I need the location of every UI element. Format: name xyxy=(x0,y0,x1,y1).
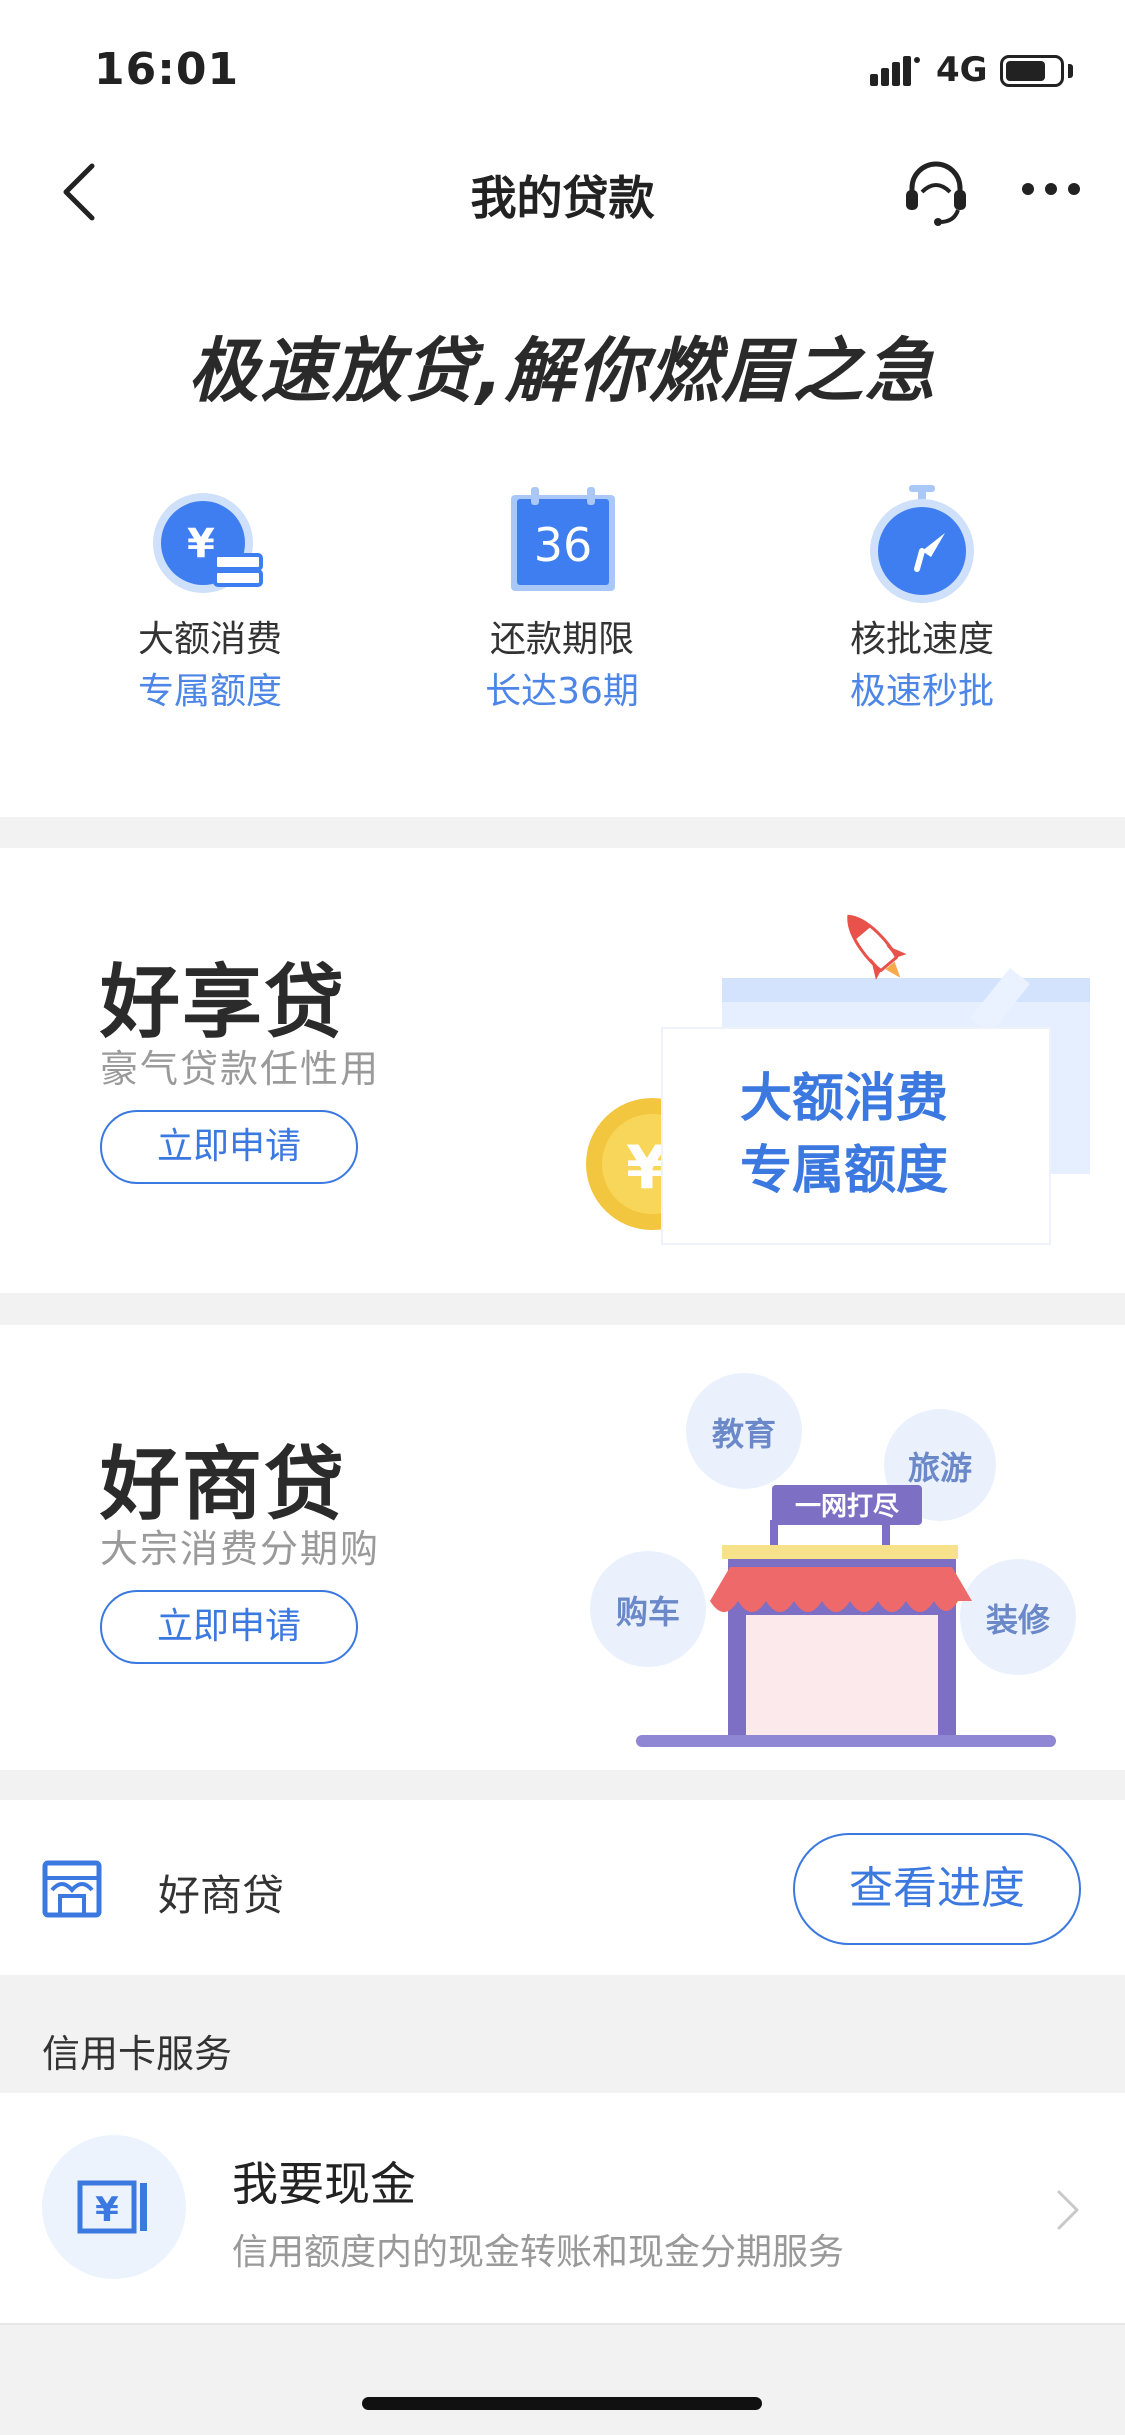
feature-repayment-term: 36 还款期限 长达36期 xyxy=(412,485,712,719)
shop-icon xyxy=(42,1860,102,1918)
loan-tagline: 豪气贷款任性用 xyxy=(100,1047,381,1091)
illustration-line-2: 专属额度 xyxy=(740,1141,948,1201)
progress-loan-label: 好商贷 xyxy=(158,1871,285,1920)
shop-sign: 一网打尽 xyxy=(795,1492,900,1522)
calendar-number: 36 xyxy=(534,518,593,572)
feature-subtitle: 极速秒批 xyxy=(849,671,994,712)
loan-name: 好享贷 xyxy=(100,956,346,1049)
bubble-education: 教育 xyxy=(712,1415,776,1453)
service-description: 信用额度内的现金转账和现金分期服务 xyxy=(232,2232,845,2273)
loan-illustration: ¥ 大额消费 专属额度 xyxy=(586,914,1090,1245)
section-title: 信用卡服务 xyxy=(42,2032,233,2076)
rocket-icon xyxy=(847,914,907,980)
hero-slogan: 极速放贷,解你燃眉之急 xyxy=(188,330,937,412)
signal-icon xyxy=(870,56,920,86)
view-progress-button[interactable]: 查看进度 xyxy=(793,1833,1081,1945)
hero-section: 极速放贷,解你燃眉之急 ¥ 大额消费 专属额度 36 还款期限 长达36期 核批… xyxy=(0,255,1125,817)
feature-large-consumption: ¥ 大额消费 专属额度 xyxy=(60,485,360,719)
battery-icon xyxy=(1000,55,1064,87)
loan-card-haoshangdai[interactable]: 好商贷 大宗消费分期购 立即申请 教育 旅游 购车 装修 一网打尽 xyxy=(0,1325,1125,1770)
feature-subtitle: 专属额度 xyxy=(137,671,282,712)
more-dots-icon[interactable] xyxy=(1020,174,1082,204)
divider xyxy=(0,2323,1125,2325)
feature-title: 大额消费 xyxy=(137,619,282,660)
home-indicator[interactable] xyxy=(362,2397,762,2410)
status-bar: 16:01 4G xyxy=(0,0,1125,130)
stopwatch-icon xyxy=(870,485,974,603)
bubble-travel: 旅游 xyxy=(908,1449,972,1487)
status-time: 16:01 xyxy=(94,44,240,95)
feature-title: 还款期限 xyxy=(489,619,634,660)
headset-icon[interactable] xyxy=(900,156,972,228)
chevron-right-icon xyxy=(1057,2190,1079,2230)
feature-title: 核批速度 xyxy=(849,619,994,660)
shop-illustration: 教育 旅游 购车 装修 一网打尽 xyxy=(590,1373,1076,1747)
section-header: 信用卡服务 xyxy=(0,1975,1125,2093)
loan-tagline: 大宗消费分期购 xyxy=(100,1527,381,1571)
calendar-icon: 36 xyxy=(511,487,615,591)
loan-card-haoxiangdai[interactable]: 好享贷 豪气贷款任性用 立即申请 ¥ 大额消费 专属额度 xyxy=(0,848,1125,1293)
battery-level xyxy=(1006,61,1045,81)
feature-approval-speed: 核批速度 极速秒批 xyxy=(772,485,1072,719)
svg-text:¥: ¥ xyxy=(95,2190,119,2230)
service-item-cash[interactable]: ¥ 我要现金 信用额度内的现金转账和现金分期服务 xyxy=(0,2093,1125,2323)
bubble-car: 购车 xyxy=(616,1593,680,1631)
battery-cap xyxy=(1068,64,1073,78)
bubble-decoration: 装修 xyxy=(986,1601,1051,1639)
loan-progress-row: 好商贷 查看进度 xyxy=(0,1800,1125,1975)
feature-subtitle: 长达36期 xyxy=(485,671,639,712)
service-title: 我要现金 xyxy=(232,2157,416,2211)
apply-button[interactable]: 立即申请 xyxy=(100,1590,358,1664)
nav-bar: 我的贷款 xyxy=(0,130,1125,255)
yuan-coin-icon: ¥ xyxy=(153,493,263,593)
illustration-line-1: 大额消费 xyxy=(740,1069,948,1129)
svg-text:¥: ¥ xyxy=(187,521,215,567)
network-type: 4G xyxy=(936,50,988,90)
apply-button[interactable]: 立即申请 xyxy=(100,1110,358,1184)
service-icon-wrap: ¥ xyxy=(42,2135,186,2279)
cash-yuan-icon: ¥ xyxy=(77,2180,147,2234)
